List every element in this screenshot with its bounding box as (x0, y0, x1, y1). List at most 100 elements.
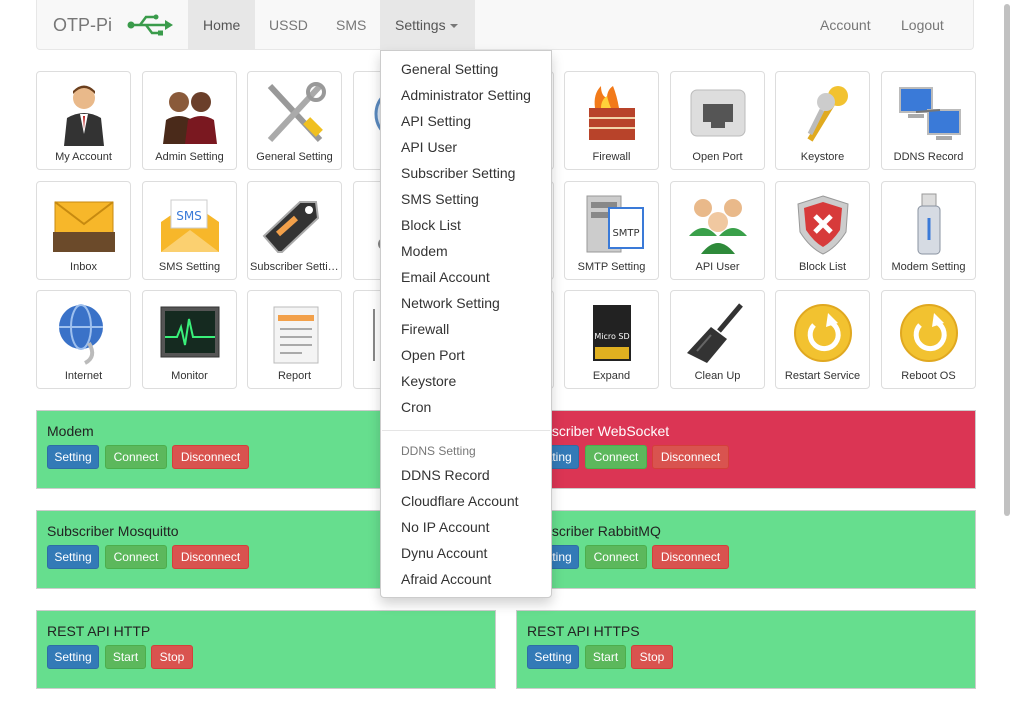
sms-envelope-icon: SMS (161, 199, 219, 252)
settings-dropdown-menu: General Setting Administrator Setting AP… (380, 50, 552, 598)
tile-label: Reboot OS (901, 370, 956, 382)
restart-icon (794, 304, 852, 362)
menu-item-subscriber-setting[interactable]: Subscriber Setting (401, 165, 515, 181)
tile-label: Monitor (171, 370, 208, 382)
panel-title: REST API HTTPS (527, 623, 640, 639)
nav-sms[interactable]: SMS (321, 0, 381, 50)
menu-header-ddns: DDNS Setting (401, 444, 476, 458)
tile-block-list[interactable]: Block List (775, 181, 870, 280)
connect-button[interactable]: Connect (105, 445, 167, 469)
nav-settings-label: Settings (395, 17, 446, 33)
nav-home[interactable]: Home (188, 0, 256, 50)
tag-icon (262, 201, 320, 253)
svg-text:Micro SD: Micro SD (594, 332, 629, 341)
tile-clean-up[interactable]: Clean Up (670, 290, 765, 389)
tile-restart-service[interactable]: Restart Service (775, 290, 870, 389)
tile-label: API User (695, 261, 740, 273)
menu-item-cloudflare-account[interactable]: Cloudflare Account (401, 493, 519, 509)
nav-settings[interactable]: Settings (380, 0, 475, 50)
menu-item-api-setting[interactable]: API Setting (401, 113, 471, 129)
tile-reboot-os[interactable]: Reboot OS (881, 290, 976, 389)
tile-smtp-setting[interactable]: SMTP SMTP Setting (564, 181, 659, 280)
block-shield-icon (797, 195, 849, 255)
panel-title: Modem (47, 423, 94, 439)
menu-item-cron[interactable]: Cron (401, 399, 431, 415)
scrollbar[interactable] (1004, 4, 1010, 516)
connect-button[interactable]: Connect (105, 545, 167, 569)
menu-item-api-user[interactable]: API User (401, 139, 457, 155)
nav-logout[interactable]: Logout (886, 0, 959, 50)
menu-item-no-ip-account[interactable]: No IP Account (401, 519, 489, 535)
inbox-envelope-icon (53, 201, 115, 252)
disconnect-button[interactable]: Disconnect (172, 445, 249, 469)
menu-item-administrator-setting[interactable]: Administrator Setting (401, 87, 531, 103)
tile-label: Restart Service (784, 370, 861, 382)
connect-button[interactable]: Connect (585, 545, 647, 569)
tile-subscriber-setting[interactable]: Subscriber Setting (247, 181, 342, 280)
tile-label: Subscriber Setting (250, 261, 339, 273)
smtp-server-icon: SMTP (586, 195, 644, 253)
tile-label: Admin Setting (155, 151, 224, 163)
stop-button[interactable]: Stop (631, 645, 673, 669)
menu-item-modem[interactable]: Modem (401, 243, 448, 259)
nav-account[interactable]: Account (805, 0, 886, 50)
tile-label: Block List (798, 261, 847, 273)
tile-expand[interactable]: Micro SD Expand (564, 290, 659, 389)
network-computers-icon (899, 87, 961, 140)
setting-button[interactable]: Setting (47, 445, 99, 469)
stop-button[interactable]: Stop (151, 645, 193, 669)
disconnect-button[interactable]: Disconnect (652, 445, 729, 469)
tile-label: DDNS Record (893, 151, 964, 163)
menu-item-firewall[interactable]: Firewall (401, 321, 449, 337)
menu-item-afraid-account[interactable]: Afraid Account (401, 571, 491, 587)
tile-inbox[interactable]: Inbox (36, 181, 131, 280)
tile-modem-setting[interactable]: Modem Setting (881, 181, 976, 280)
menu-item-dynu-account[interactable]: Dynu Account (401, 545, 487, 561)
menu-item-sms-setting[interactable]: SMS Setting (401, 191, 479, 207)
connect-button[interactable]: Connect (585, 445, 647, 469)
caret-down-icon (449, 24, 458, 29)
tile-label: My Account (55, 151, 112, 163)
menu-item-general-setting[interactable]: General Setting (401, 61, 498, 77)
tile-report[interactable]: Report (247, 290, 342, 389)
tile-my-account[interactable]: My Account (36, 71, 131, 170)
setting-button[interactable]: Setting (47, 645, 99, 669)
tile-general-setting[interactable]: General Setting (247, 71, 342, 170)
tile-open-port[interactable]: Open Port (670, 71, 765, 170)
menu-item-ddns-record[interactable]: DDNS Record (401, 467, 490, 483)
tile-label: Internet (64, 370, 103, 382)
tile-label: Inbox (70, 261, 97, 273)
panel-title: REST API HTTP (47, 623, 151, 639)
setting-button[interactable]: Setting (527, 645, 579, 669)
tile-ddns-record[interactable]: DDNS Record (881, 71, 976, 170)
usb-icon (127, 14, 173, 36)
menu-item-network-setting[interactable]: Network Setting (401, 295, 500, 311)
menu-item-email-account[interactable]: Email Account (401, 269, 490, 285)
navbar: OTP-Pi Home USSD SMS Settings Account Lo… (36, 0, 974, 50)
tile-sms-setting[interactable]: SMS SMS Setting (142, 181, 237, 280)
tile-firewall[interactable]: Firewall (564, 71, 659, 170)
brand-title[interactable]: OTP-Pi (53, 0, 112, 50)
menu-item-block-list[interactable]: Block List (401, 217, 461, 233)
start-button[interactable]: Start (585, 645, 626, 669)
tile-keystore[interactable]: Keystore (775, 71, 870, 170)
nav-ussd[interactable]: USSD (254, 0, 323, 50)
disconnect-button[interactable]: Disconnect (172, 545, 249, 569)
start-button[interactable]: Start (105, 645, 146, 669)
panel-rest-api-https: REST API HTTPS Setting Start Stop (516, 610, 976, 689)
tile-internet[interactable]: Internet (36, 290, 131, 389)
tile-monitor[interactable]: Monitor (142, 290, 237, 389)
disconnect-button[interactable]: Disconnect (652, 545, 729, 569)
tile-admin-setting[interactable]: Admin Setting (142, 71, 237, 170)
tile-label: Open Port (692, 151, 743, 163)
menu-item-keystore[interactable]: Keystore (401, 373, 456, 389)
menu-item-open-port[interactable]: Open Port (401, 347, 465, 363)
tile-api-user[interactable]: API User (670, 181, 765, 280)
panel-subscriber-websocket: Subscriber WebSocket Setting Connect Dis… (516, 410, 976, 489)
setting-button[interactable]: Setting (47, 545, 99, 569)
tile-label: General Setting (256, 151, 333, 163)
globe-icon (59, 304, 103, 365)
keys-icon (807, 86, 848, 142)
users-group-green-icon (689, 199, 747, 254)
businessman-icon (64, 85, 104, 146)
